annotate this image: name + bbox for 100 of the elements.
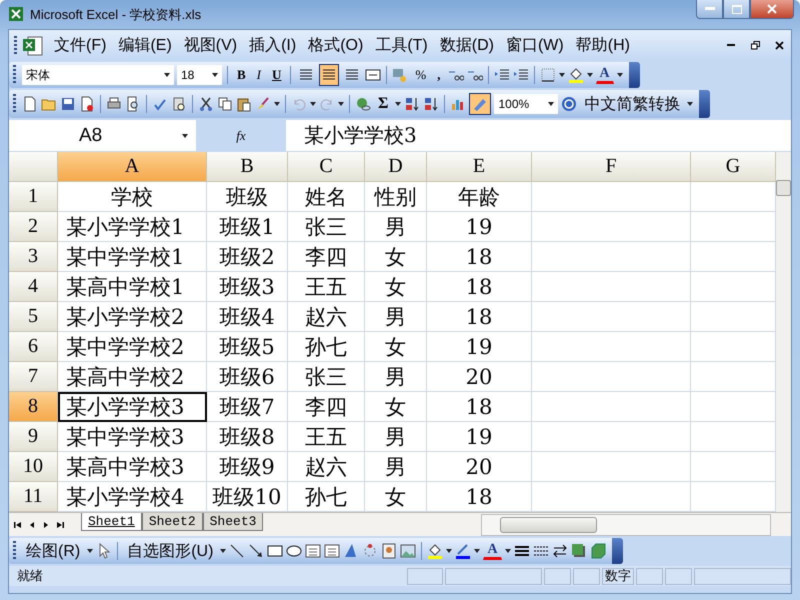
percent-style-button[interactable]: % [411,64,430,86]
font-color-button[interactable]: A [483,542,502,560]
sheet-tab[interactable]: Sheet3 [202,513,264,531]
line-color-icon[interactable] [455,543,472,559]
minimize-button[interactable] [696,0,723,19]
insert-function-button[interactable]: fx [196,120,286,151]
menu-item[interactable]: 编辑(E) [112,35,178,56]
dropdown-arrow-icon[interactable] [616,73,623,77]
toolbar-grip[interactable] [13,65,16,85]
menu-item[interactable]: 文件(F) [48,35,112,56]
picture-icon[interactable] [400,543,416,559]
line-style-icon[interactable] [514,543,530,559]
font-color-button[interactable]: A [596,66,614,84]
dropdown-arrow-icon[interactable] [87,549,94,553]
column-header[interactable]: B [207,152,288,182]
toolbar-grip[interactable] [13,541,16,561]
row-header[interactable]: 1 [9,182,58,212]
line-icon[interactable] [229,543,246,559]
dropdown-arrow-icon[interactable] [586,73,592,77]
menu-item[interactable]: 窗口(W) [500,35,570,56]
menu-item[interactable]: 工具(T) [369,35,434,56]
sheet-nav-last-icon[interactable] [55,520,65,530]
dropdown-arrow-icon[interactable] [182,134,188,138]
vertical-scrollbar[interactable] [776,152,791,512]
toolbar-grip[interactable] [14,36,17,56]
font-name-dropdown[interactable]: 宋体 [22,65,174,85]
row-header[interactable]: 9 [9,422,58,452]
dropdown-arrow-icon[interactable] [395,102,402,106]
fill-color-icon[interactable] [427,543,444,559]
workbook-icon[interactable] [22,36,44,56]
underline-button[interactable]: U [268,64,286,86]
chinese-conversion-button[interactable]: 中文简繁转换 [580,93,684,115]
formula-field[interactable]: 某小学学校3 [286,120,791,151]
toolbar-options-button[interactable] [612,538,623,564]
dropdown-arrow-icon[interactable] [338,102,344,106]
column-header[interactable]: G [691,152,776,182]
dropdown-arrow-icon[interactable] [558,73,564,77]
scissors-icon[interactable] [198,96,214,112]
help-icon[interactable] [561,96,578,112]
sort-ascending-icon[interactable] [404,96,420,112]
toolbar-grip[interactable] [13,94,16,114]
sheet-nav-first-icon[interactable] [13,520,23,530]
fill-color-icon[interactable] [568,67,584,83]
row-header[interactable]: 8 [9,392,58,422]
bold-button[interactable]: B [233,64,250,86]
maximize-button[interactable] [723,0,750,19]
3d-box-icon[interactable] [590,543,606,559]
autosum-button[interactable]: Σ [374,93,392,115]
row-header[interactable]: 3 [9,242,58,272]
dropdown-arrow-icon[interactable] [446,549,452,553]
menu-item[interactable]: 格式(O) [302,35,370,56]
autoshapes-menu-button[interactable]: 自选图形(U) [123,539,218,563]
row-header[interactable]: 11 [9,482,58,512]
sheet-tab[interactable]: Sheet1 [81,513,142,531]
dropdown-arrow-icon[interactable] [212,73,218,77]
vertical-text-icon[interactable] [324,543,340,559]
dropdown-arrow-icon[interactable] [164,73,170,77]
italic-button[interactable]: I [252,64,266,86]
rectangle-icon[interactable] [267,543,284,559]
row-header[interactable]: 6 [9,332,58,362]
row-header[interactable]: 10 [9,452,58,482]
column-header[interactable]: C [288,152,365,182]
dropdown-arrow-icon[interactable] [220,549,226,553]
column-header[interactable]: A [58,152,207,182]
column-header[interactable]: E [427,152,532,182]
column-header[interactable]: D [365,152,427,182]
arrow-style-icon[interactable] [552,543,568,559]
dropdown-arrow-icon[interactable] [274,102,280,106]
paste-icon[interactable] [236,96,252,112]
sheet-tab[interactable]: Sheet2 [142,513,203,531]
zoom-dropdown[interactable]: 100% [494,94,558,114]
menu-item[interactable]: 视图(V) [178,35,244,56]
arrow-icon[interactable] [248,543,264,559]
name-box[interactable]: A8 [9,120,196,151]
new-document-icon[interactable] [22,96,38,112]
close-button[interactable] [750,0,794,19]
text-box-icon[interactable] [305,543,322,559]
row-header[interactable]: 2 [9,212,58,242]
dropdown-arrow-icon[interactable] [310,102,316,106]
menu-item[interactable]: 数据(D) [434,35,500,56]
shadow-icon[interactable] [570,543,587,559]
toolbar-options-button[interactable] [628,62,640,88]
draw-menu-button[interactable]: 绘图(R) [22,539,84,563]
toolbar-options-button[interactable] [699,90,710,118]
column-header[interactable]: F [532,152,691,182]
horizontal-scrollbar[interactable] [481,514,771,536]
sort-descending-icon[interactable] [423,96,440,112]
row-header[interactable]: 5 [9,302,58,332]
paintbrush-icon[interactable] [255,96,271,112]
font-size-dropdown[interactable]: 18 [177,65,222,85]
save-icon[interactable] [60,96,76,112]
oval-icon[interactable] [286,543,302,559]
row-header[interactable]: 7 [9,362,58,392]
copy-icon[interactable] [217,96,233,112]
dropdown-arrow-icon[interactable] [548,102,554,106]
row-header[interactable]: 4 [9,272,58,302]
menu-item[interactable]: 帮助(H) [570,35,636,56]
borders-icon[interactable] [540,67,556,83]
comma-style-button[interactable]: , [433,64,444,86]
dropdown-arrow-icon[interactable] [504,549,511,553]
